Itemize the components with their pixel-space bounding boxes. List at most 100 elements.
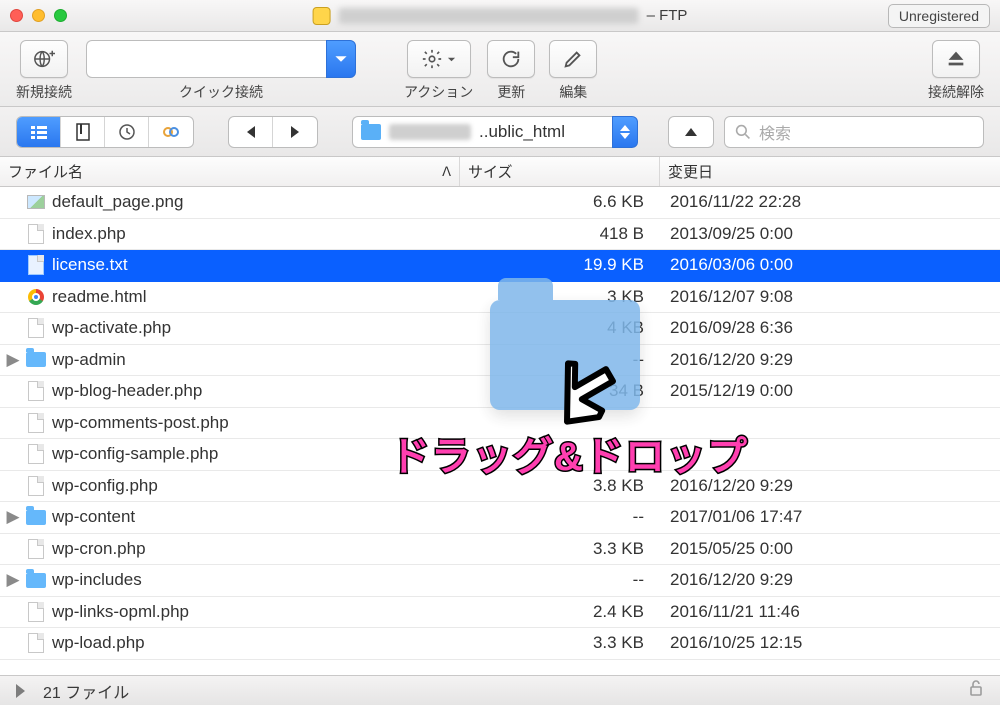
path-selector[interactable]: ..ublic_html <box>352 116 638 148</box>
file-name-label: readme.html <box>52 287 146 307</box>
window-title: – FTP <box>313 7 688 25</box>
file-date-cell: 2015/12/19 0:00 <box>660 381 1000 401</box>
file-row[interactable]: wp-load.php3.3 KB2016/10/25 12:15 <box>0 628 1000 660</box>
file-name-cell[interactable]: readme.html <box>0 287 460 307</box>
path-display[interactable]: ..ublic_html <box>352 116 612 148</box>
disclosure-triangle-icon[interactable]: ▶ <box>6 350 20 370</box>
quick-connect-input[interactable] <box>86 40 326 78</box>
file-name-label: wp-config-sample.php <box>52 444 218 464</box>
file-size-cell: 3.3 KB <box>460 539 660 559</box>
file-name-cell[interactable]: default_page.png <box>0 192 460 212</box>
file-name-label: wp-includes <box>52 570 142 590</box>
file-name-cell[interactable]: ▶ wp-includes <box>0 570 460 590</box>
file-icon <box>28 602 44 622</box>
new-connection-item: 新規接続 <box>16 40 72 102</box>
view-list-button[interactable] <box>17 117 61 147</box>
file-row[interactable]: ▶wp-includes--2016/12/20 9:29 <box>0 565 1000 597</box>
disclosure-triangle-icon[interactable]: ▶ <box>6 570 20 590</box>
folder-icon <box>361 124 381 140</box>
edit-item: 編集 <box>549 40 597 102</box>
file-name-cell[interactable]: ▶wp-content <box>0 507 460 527</box>
status-count: 21 ファイル <box>43 679 129 703</box>
column-size-header[interactable]: サイズ <box>460 157 660 186</box>
chrome-icon <box>28 289 44 305</box>
file-name-label: wp-cron.php <box>52 539 146 559</box>
file-name-label: wp-activate.php <box>52 318 171 338</box>
bookmark-icon <box>75 123 91 141</box>
file-name-label: wp-blog-header.php <box>52 381 202 401</box>
path-stepper-button[interactable] <box>612 116 638 148</box>
file-row[interactable]: ▶wp-content--2017/01/06 17:47 <box>0 502 1000 534</box>
search-icon <box>735 124 751 140</box>
minimize-window-button[interactable] <box>32 9 45 22</box>
chevron-down-icon <box>447 55 456 64</box>
column-date-header[interactable]: 変更日 <box>660 157 1000 186</box>
file-row[interactable]: wp-links-opml.php2.4 KB2016/11/21 11:46 <box>0 597 1000 629</box>
triangle-left-icon <box>245 125 257 139</box>
file-name-label: default_page.png <box>52 192 183 212</box>
file-name-label: wp-load.php <box>52 633 145 653</box>
globe-plus-icon <box>33 48 55 70</box>
bookmarks-button[interactable] <box>61 117 105 147</box>
column-name-header[interactable]: ファイル名 ᐱ <box>0 157 460 186</box>
clock-icon <box>118 123 136 141</box>
file-name-label: wp-admin <box>52 350 126 370</box>
quick-connect-label: クイック接続 <box>179 82 263 102</box>
chevron-down-icon <box>620 133 630 139</box>
file-name-cell[interactable]: wp-cron.php <box>0 539 460 559</box>
up-segment <box>668 116 714 148</box>
file-name-cell[interactable]: license.txt <box>0 255 460 275</box>
disconnect-item: 接続解除 <box>928 40 984 102</box>
disclosure-triangle-icon[interactable]: ▶ <box>6 507 20 527</box>
triangle-right-icon <box>289 125 301 139</box>
sort-indicator: ᐱ <box>442 164 451 180</box>
folder-icon <box>26 573 46 588</box>
action-button[interactable] <box>407 40 471 78</box>
refresh-icon <box>500 48 522 70</box>
file-name-cell[interactable]: wp-load.php <box>0 633 460 653</box>
nav-forward-button[interactable] <box>273 117 317 147</box>
refresh-item: 更新 <box>487 40 535 102</box>
file-name-label: license.txt <box>52 255 128 275</box>
file-row[interactable]: wp-cron.php3.3 KB2015/05/25 0:00 <box>0 534 1000 566</box>
file-name-cell[interactable]: ▶ wp-admin <box>0 350 460 370</box>
disconnect-label: 接続解除 <box>928 82 984 102</box>
file-name-cell[interactable]: index.php <box>0 224 460 244</box>
disconnect-button[interactable] <box>932 40 980 78</box>
file-size-cell: 418 B <box>460 224 660 244</box>
new-connection-button[interactable] <box>20 40 68 78</box>
refresh-label: 更新 <box>497 82 525 102</box>
bonjour-button[interactable] <box>149 117 193 147</box>
file-date-cell: 2013/09/25 0:00 <box>660 224 1000 244</box>
edit-button[interactable] <box>549 40 597 78</box>
file-row[interactable]: default_page.png6.6 KB2016/11/22 22:28 <box>0 187 1000 219</box>
go-up-button[interactable] <box>669 117 713 147</box>
file-name-cell[interactable]: wp-links-opml.php <box>0 602 460 622</box>
quick-connect-item: クイック接続 <box>86 40 356 102</box>
history-button[interactable] <box>105 117 149 147</box>
column-header: ファイル名 ᐱ サイズ 変更日 <box>0 157 1000 187</box>
file-size-cell: 6.6 KB <box>460 192 660 212</box>
unregistered-badge[interactable]: Unregistered <box>888 4 990 28</box>
file-date-cell: 2016/12/07 9:08 <box>660 287 1000 307</box>
action-label: アクション <box>404 82 473 102</box>
title-host-redacted <box>339 8 639 24</box>
file-name-cell[interactable]: wp-blog-header.php <box>0 381 460 401</box>
disclosure-triangle-icon[interactable] <box>16 684 25 698</box>
nav-back-button[interactable] <box>229 117 273 147</box>
file-row[interactable]: index.php418 B2013/09/25 0:00 <box>0 219 1000 251</box>
file-date-cell: 2016/12/20 9:29 <box>660 570 1000 590</box>
refresh-button[interactable] <box>487 40 535 78</box>
search-input[interactable]: 検索 <box>724 116 984 148</box>
file-date-cell: 2016/03/06 0:00 <box>660 255 1000 275</box>
quick-connect-dropdown-button[interactable] <box>326 40 356 78</box>
close-window-button[interactable] <box>10 9 23 22</box>
file-icon <box>28 444 44 464</box>
file-name-cell[interactable]: wp-activate.php <box>0 318 460 338</box>
file-icon <box>28 539 44 559</box>
annotation-text: ドラッグ&ドロップ <box>390 424 748 482</box>
file-row[interactable]: license.txt19.9 KB2016/03/06 0:00 <box>0 250 1000 282</box>
window-titlebar: – FTP Unregistered <box>0 0 1000 32</box>
chevron-down-icon <box>334 52 348 66</box>
zoom-window-button[interactable] <box>54 9 67 22</box>
